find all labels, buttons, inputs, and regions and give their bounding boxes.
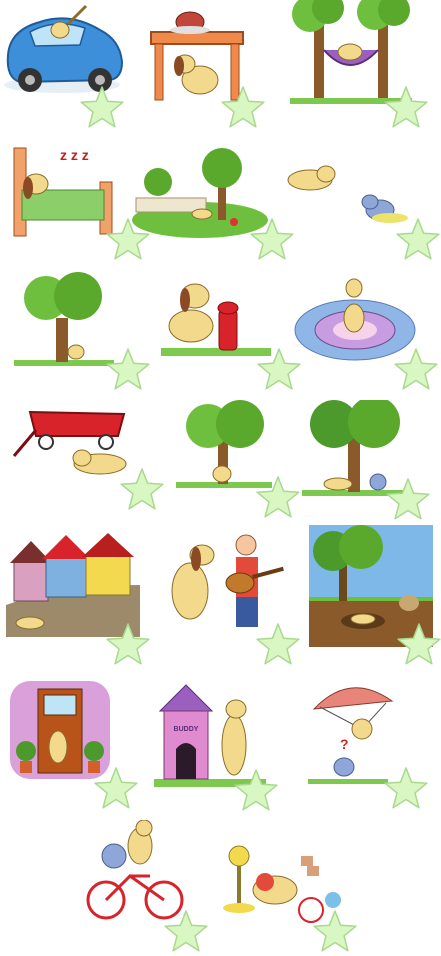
star-icon[interactable] bbox=[118, 466, 166, 514]
card-dog-sleeping-bed[interactable]: z z z bbox=[0, 140, 150, 265]
doghouse-sign: BUDDY bbox=[174, 726, 199, 733]
star-icon[interactable] bbox=[254, 621, 302, 669]
card-dog-underground[interactable] bbox=[305, 525, 441, 670]
star-icon[interactable] bbox=[395, 621, 441, 669]
card-dog-in-hammock[interactable] bbox=[290, 0, 441, 135]
card-dog-behind-tree[interactable] bbox=[0, 268, 150, 398]
card-dog-parachuting[interactable]: ? bbox=[300, 675, 441, 815]
star-icon[interactable] bbox=[311, 908, 359, 956]
star-icon[interactable] bbox=[104, 621, 152, 669]
star-icon[interactable] bbox=[232, 767, 280, 815]
card-dog-at-door[interactable] bbox=[0, 675, 160, 815]
card-dog-with-toys[interactable] bbox=[215, 820, 365, 955]
star-icon[interactable] bbox=[219, 84, 267, 132]
card-dog-by-hydrant[interactable] bbox=[155, 268, 305, 398]
star-icon[interactable] bbox=[384, 476, 432, 524]
card-dog-under-table[interactable] bbox=[145, 0, 285, 135]
card-dog-with-guitarist[interactable] bbox=[160, 525, 305, 670]
card-dog-by-doghouse[interactable]: BUDDY bbox=[150, 675, 300, 815]
guitarist-illustration bbox=[171, 534, 284, 627]
star-icon[interactable] bbox=[78, 84, 126, 132]
star-icon[interactable] bbox=[162, 908, 210, 956]
star-icon[interactable] bbox=[392, 346, 440, 394]
card-dog-by-wagon[interactable] bbox=[0, 400, 165, 520]
card-dog-and-cat-under-tree[interactable] bbox=[300, 400, 441, 520]
card-dog-and-cat-on-bike[interactable] bbox=[80, 820, 215, 955]
card-dog-under-tree[interactable] bbox=[170, 400, 310, 520]
card-dog-in-park[interactable] bbox=[130, 140, 294, 265]
question-mark: ? bbox=[340, 736, 349, 752]
card-dog-chasing-cat[interactable] bbox=[280, 140, 441, 265]
card-dog-by-houses[interactable] bbox=[0, 525, 160, 670]
star-icon[interactable] bbox=[394, 216, 441, 264]
star-icon[interactable] bbox=[92, 765, 140, 813]
card-dog-driving-car[interactable] bbox=[0, 0, 140, 135]
snore-text: z z z bbox=[60, 147, 89, 163]
card-dog-on-rug[interactable] bbox=[290, 268, 441, 398]
star-icon[interactable] bbox=[254, 474, 302, 522]
star-icon[interactable] bbox=[382, 84, 430, 132]
star-icon[interactable] bbox=[104, 346, 152, 394]
star-icon[interactable] bbox=[382, 765, 430, 813]
